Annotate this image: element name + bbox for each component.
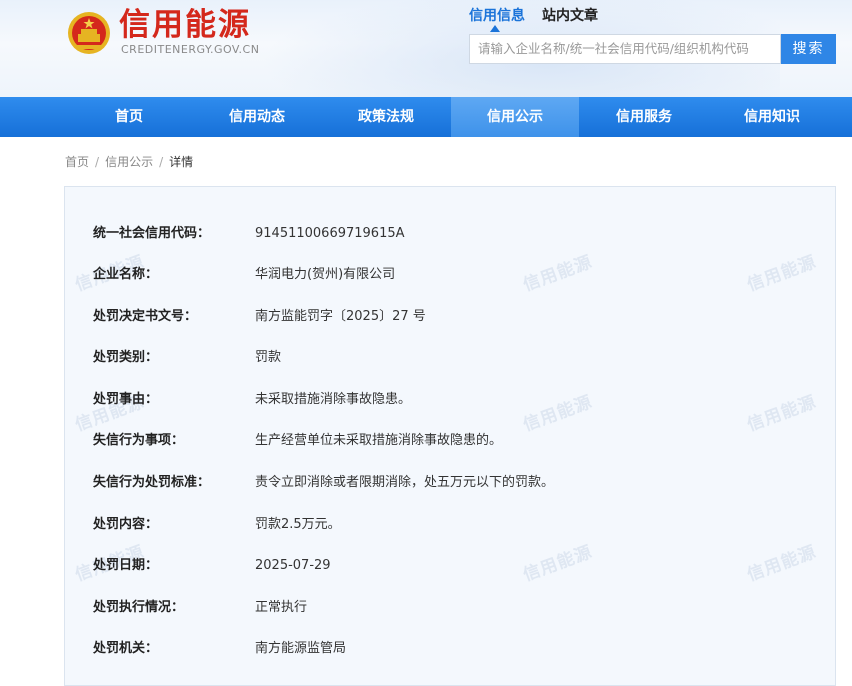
detail-label: 处罚类别： <box>93 350 159 365</box>
nav-credit-knowledge[interactable]: 信用知识 <box>708 97 836 137</box>
detail-value: 罚款2.5万元。 <box>255 517 341 532</box>
watermark: 信用能源 <box>744 392 820 436</box>
detail-value: 责令立即消除或者限期消除，处五万元以下的罚款。 <box>255 475 555 490</box>
watermark: 信用能源 <box>520 542 596 586</box>
breadcrumb-home[interactable]: 首页 <box>65 155 89 169</box>
detail-label: 处罚日期： <box>93 558 159 573</box>
search-button[interactable]: 搜索 <box>781 34 836 64</box>
detail-label: 企业名称： <box>93 267 159 282</box>
nav-policies[interactable]: 政策法规 <box>322 97 450 137</box>
detail-value: 2025-07-29 <box>255 558 331 573</box>
national-emblem-icon <box>68 12 110 54</box>
breadcrumb-separator: / <box>95 155 100 169</box>
detail-label: 处罚执行情况： <box>93 600 185 615</box>
detail-value: 南方监能罚字〔2025〕27 号 <box>255 309 426 324</box>
tab-site-articles[interactable]: 站内文章 <box>542 5 598 25</box>
watermark: 信用能源 <box>520 392 596 436</box>
watermark: 信用能源 <box>744 252 820 296</box>
detail-value: 正常执行 <box>255 600 308 615</box>
detail-value: 未采取措施消除事故隐患。 <box>255 392 412 407</box>
detail-value: 91451100669719615A <box>255 226 405 241</box>
nav-credit-services[interactable]: 信用服务 <box>580 97 708 137</box>
detail-label: 处罚内容： <box>93 517 159 532</box>
site-domain: CREDITENERGY.GOV.CN <box>121 43 260 56</box>
tab-credit-info[interactable]: 信用信息 <box>469 5 525 25</box>
site-header: 信用能源 CREDITENERGY.GOV.CN 信用信息 站内文章 请输入企业… <box>0 0 852 97</box>
nav-home[interactable]: 首页 <box>65 97 193 137</box>
breadcrumb-disclosure[interactable]: 信用公示 <box>105 155 153 169</box>
detail-label: 失信行为事项： <box>93 433 185 448</box>
breadcrumb-current: 详情 <box>169 155 194 169</box>
detail-value: 华润电力(贺州)有限公司 <box>255 267 396 282</box>
nav-credit-disclosure[interactable]: 信用公示 <box>451 97 579 137</box>
detail-value: 南方能源监管局 <box>255 641 347 656</box>
search-input[interactable]: 请输入企业名称/统一社会信用代码/组织机构代码 <box>469 34 781 64</box>
breadcrumb: 首页 / 信用公示 / 详情 <box>65 153 193 170</box>
detail-label: 统一社会信用代码： <box>93 226 211 241</box>
detail-label: 失信行为处罚标准： <box>93 475 211 490</box>
detail-card: 信用能源 信用能源 信用能源 信用能源 信用能源 信用能源 信用能源 信用能源 … <box>64 186 836 686</box>
detail-label: 处罚机关： <box>93 641 159 656</box>
detail-value: 罚款 <box>255 350 282 365</box>
main-nav: 首页 信用动态 政策法规 信用公示 信用服务 信用知识 <box>0 97 852 137</box>
watermark: 信用能源 <box>744 542 820 586</box>
detail-label: 处罚决定书文号： <box>93 309 198 324</box>
detail-value: 生产经营单位未采取措施消除事故隐患的。 <box>255 433 503 448</box>
watermark: 信用能源 <box>520 252 596 296</box>
breadcrumb-separator: / <box>159 155 164 169</box>
active-tab-caret-icon <box>490 25 500 32</box>
site-title[interactable]: 信用能源 <box>119 7 251 43</box>
nav-credit-news[interactable]: 信用动态 <box>193 97 321 137</box>
detail-label: 处罚事由： <box>93 392 159 407</box>
